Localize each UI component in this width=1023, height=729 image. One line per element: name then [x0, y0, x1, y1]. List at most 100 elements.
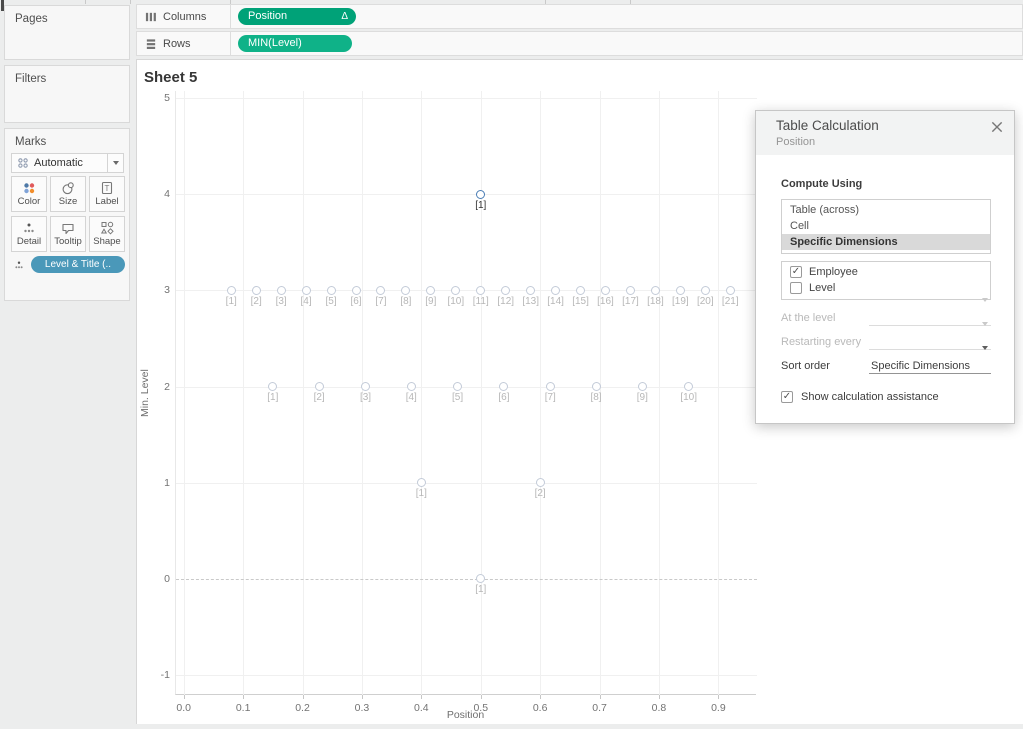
mark-circle[interactable] — [700, 285, 710, 295]
shape-icon — [99, 221, 115, 235]
x-tick-mark — [183, 695, 185, 699]
rows-shelf[interactable]: Rows MIN(Level) — [136, 31, 1023, 56]
mark-label: [5] — [452, 392, 464, 404]
mark-circle[interactable] — [376, 285, 386, 295]
sheet-title: Sheet 5 — [144, 69, 198, 86]
detail-button-label: Detail — [16, 236, 42, 247]
mark-circle[interactable] — [476, 189, 486, 199]
mark-label: [1] — [475, 199, 487, 211]
close-icon[interactable] — [990, 120, 1004, 134]
dimension-label: Level — [809, 282, 836, 294]
x-tick-mark — [718, 695, 720, 699]
filters-label: Filters — [15, 73, 47, 85]
mark-circle[interactable] — [675, 285, 685, 295]
sort-order-dropdown[interactable]: Specific Dimensions — [869, 346, 991, 374]
marks-label: Marks — [15, 136, 47, 148]
tooltip-button[interactable]: Tooltip — [50, 216, 86, 252]
mark-circle[interactable] — [551, 285, 561, 295]
mark-circle[interactable] — [453, 382, 463, 392]
mark-circle[interactable] — [276, 285, 286, 295]
min-level-pill[interactable]: MIN(Level) — [238, 35, 352, 52]
mark-circle[interactable] — [650, 285, 660, 295]
mark-circle[interactable] — [361, 382, 370, 392]
mark-type-dropdown[interactable]: Automatic — [11, 153, 124, 173]
mark-circle[interactable] — [499, 382, 509, 392]
mark-circle[interactable] — [426, 285, 436, 295]
dimension-checkbox[interactable] — [790, 266, 802, 278]
mark-circle[interactable] — [637, 382, 647, 392]
mark-circle[interactable] — [601, 285, 610, 295]
mark-type-icon — [17, 157, 29, 169]
shape-button[interactable]: Shape — [89, 216, 125, 252]
min-level-pill-label: MIN(Level) — [248, 37, 302, 49]
y-tick-label: 5 — [164, 92, 170, 105]
scatter-plot-pane[interactable]: 0.0 0.1 0.2 0.3 0.4 0.5 0.6 0.7 0.8 0.9 5 4 3 2 1 0 -1 [1… — [161, 91, 757, 714]
detail-icon — [13, 259, 25, 271]
mark-circle[interactable] — [268, 382, 278, 392]
compute-option[interactable]: Cell — [782, 218, 990, 234]
mark-label: [1] — [475, 584, 487, 596]
gridline-horizontal — [176, 675, 757, 677]
pages-shelf[interactable]: Pages — [4, 5, 130, 60]
tooltip-icon — [60, 221, 76, 235]
rows-shelf-head: Rows — [137, 32, 231, 55]
mark-type-caret[interactable] — [107, 154, 123, 172]
mark-circle[interactable] — [326, 285, 336, 295]
rows-shelf-label: Rows — [163, 37, 191, 50]
mark-label: [10] — [680, 392, 698, 404]
position-pill-label: Position — [248, 10, 288, 22]
mark-circle[interactable] — [406, 382, 416, 392]
mark-circle[interactable] — [401, 285, 411, 295]
mark-circle[interactable] — [725, 285, 735, 295]
at-the-level-dropdown[interactable] — [869, 298, 991, 326]
mark-circle[interactable] — [684, 382, 694, 392]
level-title-pill[interactable]: Level & Title (.. — [31, 256, 125, 273]
mark-circle[interactable] — [476, 285, 486, 295]
filters-shelf[interactable]: Filters — [4, 65, 130, 123]
mark-circle[interactable] — [314, 382, 324, 392]
x-tick-mark — [243, 695, 245, 699]
mark-circle[interactable] — [545, 382, 555, 392]
dialog-subtitle: Position — [776, 136, 816, 148]
label-button[interactable]: T Label — [89, 176, 125, 212]
mark-circle[interactable] — [226, 285, 236, 295]
mark-circle[interactable] — [526, 285, 536, 295]
compute-option[interactable]: Table (across) — [782, 202, 990, 218]
gridline-vertical — [718, 91, 720, 695]
mark-circle[interactable] — [476, 574, 486, 584]
mark-circle[interactable] — [351, 285, 361, 295]
columns-shelf[interactable]: Columns Position Δ — [136, 4, 1023, 29]
detail-button[interactable]: Detail — [11, 216, 47, 252]
size-button[interactable]: Size — [50, 176, 86, 212]
mark-circle[interactable] — [535, 478, 545, 488]
compute-option[interactable]: Specific Dimensions — [782, 234, 990, 250]
mark-type-value: Automatic — [34, 157, 83, 169]
mark-circle[interactable] — [625, 285, 635, 295]
mark-label: [9] — [636, 392, 648, 404]
marks-card: Marks Automatic Color Size T Label Detai… — [4, 128, 130, 301]
mark-circle[interactable] — [301, 285, 311, 295]
show-calculation-assistance-checkbox[interactable] — [781, 391, 793, 403]
restarting-every-dropdown[interactable] — [869, 322, 991, 350]
mark-circle[interactable] — [591, 382, 601, 392]
mark-circle[interactable] — [576, 285, 586, 295]
table-calculation-dialog: Table Calculation Position Compute Using… — [755, 110, 1015, 424]
mark-label: [8] — [590, 392, 602, 404]
mark-circle[interactable] — [251, 285, 261, 295]
color-button[interactable]: Color — [11, 176, 47, 212]
dimension-checkbox[interactable] — [790, 282, 802, 294]
mark-circle[interactable] — [501, 285, 511, 295]
assistance-row: Show calculation assistance — [781, 391, 939, 403]
tooltip-button-label: Tooltip — [54, 236, 82, 247]
table-calc-delta-icon[interactable]: Δ — [341, 11, 348, 22]
position-pill[interactable]: Position Δ — [238, 8, 356, 25]
y-tick-label: 1 — [164, 476, 170, 489]
toolbar-divider — [85, 0, 86, 4]
dialog-header: Table Calculation Position — [756, 111, 1014, 155]
svg-text:T: T — [105, 184, 110, 193]
mark-circle[interactable] — [451, 285, 461, 295]
mark-circle[interactable] — [416, 478, 426, 488]
x-tick-mark — [540, 695, 542, 699]
pages-label: Pages — [15, 13, 48, 25]
gridline-horizontal — [176, 386, 757, 388]
